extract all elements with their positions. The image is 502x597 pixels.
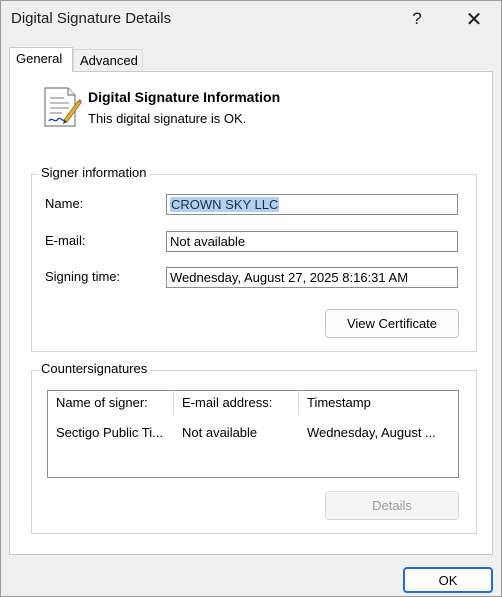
signer-name-cell: Sectigo Public Ti...: [56, 425, 163, 440]
certificate-document-icon: [44, 87, 82, 127]
info-status-text: This digital signature is OK.: [88, 111, 247, 126]
ok-button[interactable]: OK: [403, 567, 493, 593]
tab-advanced[interactable]: Advanced: [73, 49, 143, 72]
help-icon: ?: [412, 9, 422, 28]
column-header-name-of-signer[interactable]: Name of signer:: [48, 391, 174, 415]
signer-group-label: Signer information: [38, 165, 150, 180]
general-tab-panel: Digital Signature Information This digit…: [9, 71, 493, 555]
close-icon: ✕: [465, 8, 483, 31]
email-address-cell: Not available: [182, 425, 258, 440]
name-label: Name:: [45, 196, 84, 211]
countersignatures-group: Countersignatures Name of signer: E-mail…: [31, 361, 477, 534]
signing-time-label: Signing time:: [45, 269, 121, 284]
title-bar: Digital Signature Details ? ✕: [1, 1, 501, 37]
timestamp-cell: Wednesday, August ...: [307, 425, 436, 440]
tab-general[interactable]: General: [9, 47, 73, 72]
help-button[interactable]: ?: [397, 5, 437, 33]
column-header-timestamp[interactable]: Timestamp: [299, 391, 454, 415]
email-label: E-mail:: [45, 233, 86, 248]
list-header: Name of signer: E-mail address: Timestam…: [48, 391, 458, 415]
column-header-email-address[interactable]: E-mail address:: [174, 391, 299, 415]
countersignatures-group-label: Countersignatures: [38, 361, 151, 376]
close-button[interactable]: ✕: [454, 5, 494, 33]
name-value: CROWN SKY LLC: [170, 197, 280, 212]
view-certificate-button[interactable]: View Certificate: [325, 309, 459, 338]
info-heading: Digital Signature Information: [88, 89, 281, 105]
digital-signature-dialog: Digital Signature Details ? ✕ General Ad…: [0, 0, 502, 597]
email-field[interactable]: Not available: [166, 231, 458, 252]
name-field[interactable]: CROWN SKY LLC: [166, 194, 458, 215]
window-title: Digital Signature Details: [11, 10, 172, 27]
details-button[interactable]: Details: [325, 491, 459, 520]
countersignatures-list[interactable]: Name of signer: E-mail address: Timestam…: [47, 390, 459, 478]
signing-time-field[interactable]: Wednesday, August 27, 2025 8:16:31 AM: [166, 267, 458, 288]
signer-information-group: Signer information Name: CROWN SKY LLC E…: [31, 165, 477, 352]
list-item[interactable]: Sectigo Public Ti... Not available Wedne…: [48, 422, 458, 444]
